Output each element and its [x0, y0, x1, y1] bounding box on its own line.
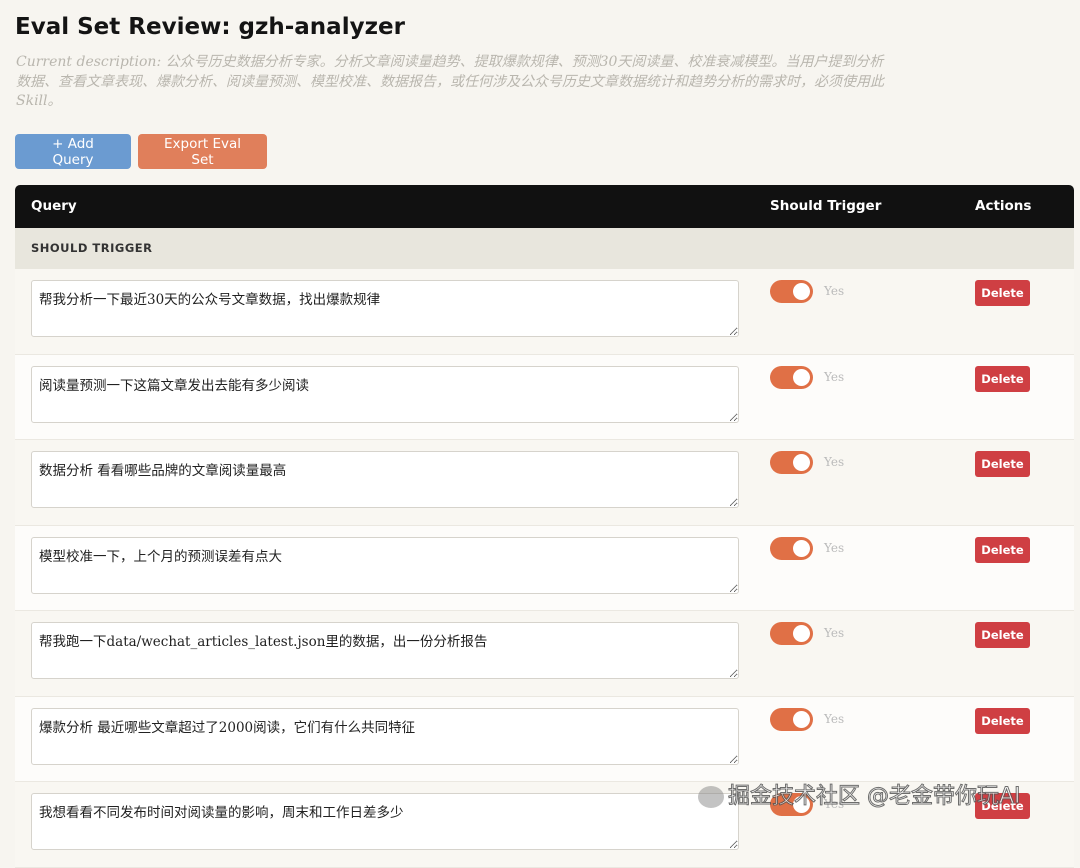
add-query-button[interactable]: + Add Query	[15, 134, 131, 169]
trigger-label: Yes	[824, 284, 845, 298]
table-header: Query Should Trigger Actions	[15, 185, 1074, 228]
table-row: 阅读量预测一下这篇文章发出去能有多少阅读 Yes Delete	[15, 354, 1074, 440]
should-trigger-toggle[interactable]	[770, 536, 813, 560]
query-input[interactable]: 爆款分析 最近哪些文章超过了2000阅读，它们有什么共同特征	[31, 707, 739, 765]
export-eval-set-button[interactable]: Export Eval Set	[138, 134, 267, 169]
table-row: 数据分析 看看哪些品牌的文章阅读量最高 Yes Delete	[15, 440, 1074, 526]
wechat-icon	[698, 786, 724, 808]
should-trigger-toggle[interactable]	[770, 622, 813, 645]
watermark-text: 掘金技术社区 @老金带你玩AI	[728, 784, 1022, 810]
query-input[interactable]: 帮我跑一下data/wechat_articles_latest.json里的数…	[31, 622, 739, 679]
delete-button[interactable]: Delete	[975, 365, 1030, 392]
trigger-label: Yes	[824, 369, 845, 384]
watermark: 掘金技术社区 @老金带你玩AI	[698, 778, 1021, 810]
should-trigger-toggle[interactable]	[770, 280, 813, 303]
query-input[interactable]: 模型校准一下，上个月的预测误差有点大	[31, 536, 739, 594]
table-row: 帮我跑一下data/wechat_articles_latest.json里的数…	[15, 611, 1074, 697]
section-should-trigger: SHOULD TRIGGER	[15, 228, 1074, 269]
query-input[interactable]: 帮我分析一下最近30天的公众号文章数据，找出爆款规律	[31, 280, 739, 337]
should-trigger-toggle[interactable]	[770, 365, 813, 389]
should-trigger-toggle[interactable]	[770, 451, 813, 474]
trigger-label: Yes	[824, 626, 845, 640]
delete-button[interactable]: Delete	[975, 451, 1030, 477]
trigger-label: Yes	[824, 540, 845, 555]
table-row: 帮我分析一下最近30天的公众号文章数据，找出爆款规律 Yes Delete	[15, 269, 1074, 355]
table-row: 爆款分析 最近哪些文章超过了2000阅读，它们有什么共同特征 Yes Delet…	[15, 696, 1074, 782]
current-description: Current description: 公众号历史数据分析专家。分析文章阅读量…	[16, 54, 884, 109]
delete-button[interactable]: Delete	[975, 622, 1030, 648]
eval-table: Query Should Trigger Actions SHOULD TRIG…	[15, 185, 1074, 868]
query-input[interactable]: 我想看看不同发布时间对阅读量的影响，周末和工作日差多少	[31, 793, 739, 850]
header-query: Query	[31, 198, 77, 214]
trigger-label: Yes	[824, 711, 845, 726]
trigger-label: Yes	[824, 455, 845, 469]
delete-button[interactable]: Delete	[975, 707, 1030, 734]
header-should-trigger: Should Trigger	[770, 198, 882, 214]
table-row: 模型校准一下，上个月的预测误差有点大 Yes Delete	[15, 525, 1074, 611]
header-actions: Actions	[975, 198, 1032, 214]
delete-button[interactable]: Delete	[975, 536, 1030, 563]
query-input[interactable]: 阅读量预测一下这篇文章发出去能有多少阅读	[31, 365, 739, 423]
query-input[interactable]: 数据分析 看看哪些品牌的文章阅读量最高	[31, 451, 739, 508]
page-title: Eval Set Review: gzh-analyzer	[15, 14, 405, 40]
should-trigger-toggle[interactable]	[770, 707, 813, 731]
delete-button[interactable]: Delete	[975, 280, 1030, 306]
